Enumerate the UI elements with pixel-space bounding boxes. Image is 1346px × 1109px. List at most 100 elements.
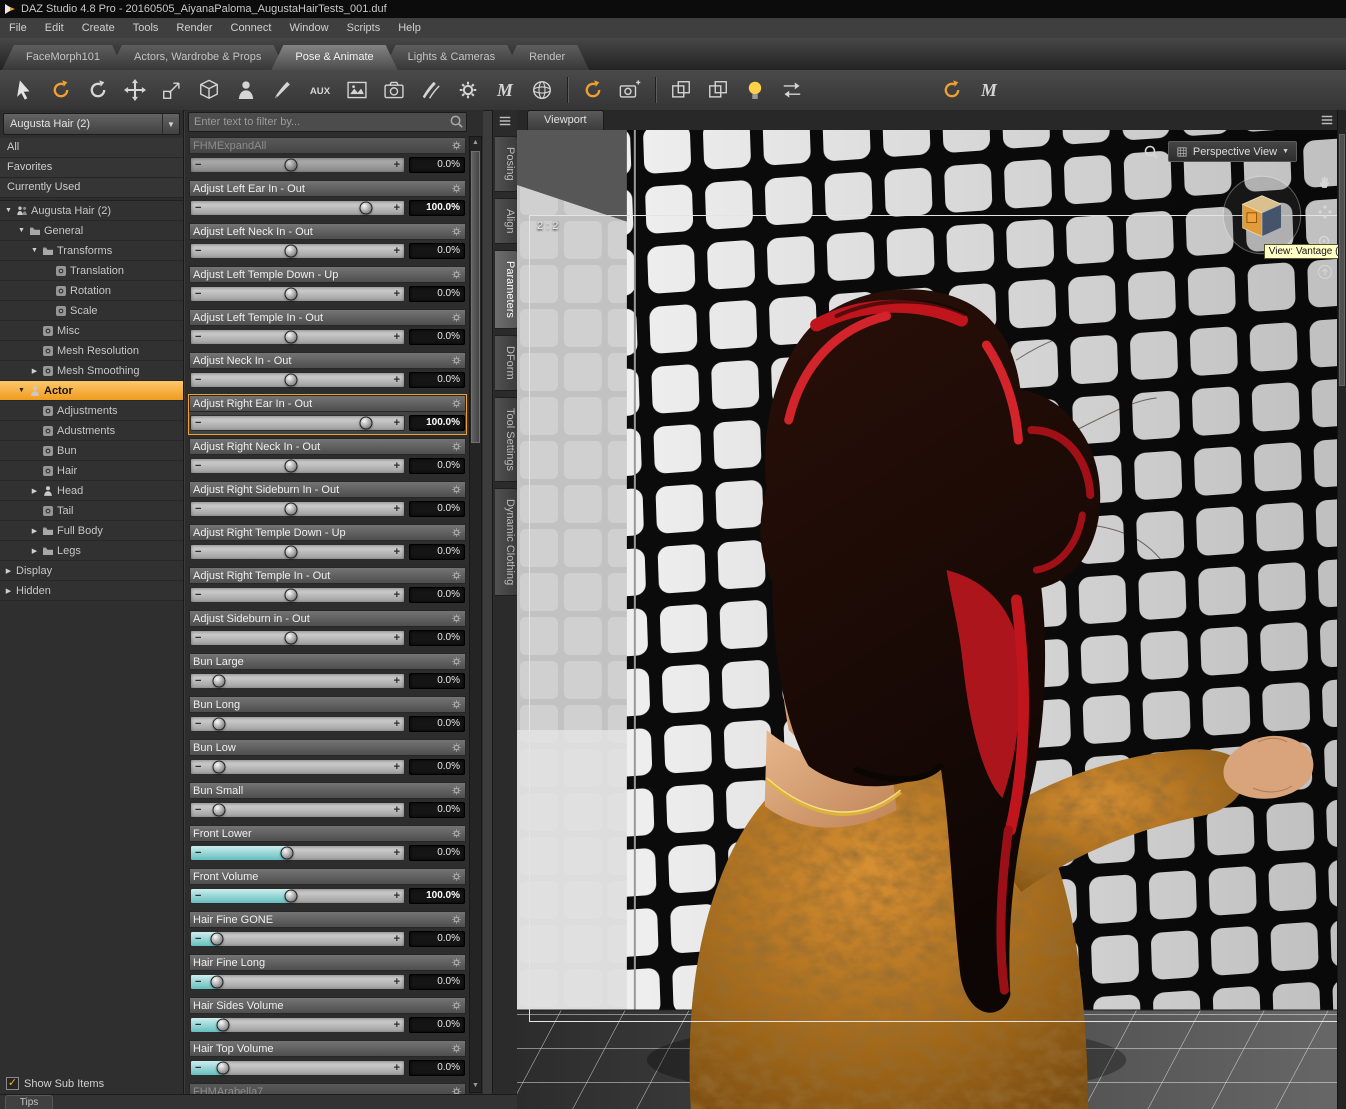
slider-value[interactable]: 0.0% bbox=[409, 1017, 465, 1033]
menu-scripts[interactable]: Scripts bbox=[338, 19, 390, 37]
slider-thumb[interactable] bbox=[284, 502, 298, 516]
slider-gear-icon[interactable] bbox=[451, 656, 462, 667]
slider-value[interactable]: 0.0% bbox=[409, 759, 465, 775]
slider-increment-button[interactable]: + bbox=[394, 459, 400, 473]
tree-expand-arrow[interactable]: ▶ bbox=[4, 567, 13, 575]
slider-decrement-button[interactable]: − bbox=[195, 158, 201, 172]
slider-increment-button[interactable]: + bbox=[394, 502, 400, 516]
scene-3d[interactable] bbox=[517, 130, 1338, 1109]
slider-gear-icon[interactable] bbox=[451, 183, 462, 194]
side-tab-tool-settings[interactable]: Tool Settings bbox=[495, 396, 519, 482]
slider-value[interactable]: 0.0% bbox=[409, 974, 465, 990]
viewport-options-icon[interactable] bbox=[1320, 113, 1334, 127]
slider-increment-button[interactable]: + bbox=[394, 889, 400, 903]
tree-item-rotation[interactable]: Rotation bbox=[0, 281, 183, 301]
scene-filter-favorites[interactable]: Favorites bbox=[0, 158, 183, 178]
panel-menu-icon[interactable] bbox=[498, 114, 512, 128]
shader-tool[interactable] bbox=[419, 78, 443, 102]
slider-gear-icon[interactable] bbox=[451, 871, 462, 882]
slider-track[interactable]: − + bbox=[190, 372, 405, 388]
rotate-tool[interactable] bbox=[86, 78, 110, 102]
slider-gear-icon[interactable] bbox=[451, 441, 462, 452]
activity-tab-actors-wardrobe-props[interactable]: Actors, Wardrobe & Props bbox=[110, 45, 285, 70]
scroll-up-arrow[interactable]: ▲ bbox=[470, 137, 481, 149]
slider-gear-icon[interactable] bbox=[451, 613, 462, 624]
tree-item-actor[interactable]: ▼ Actor bbox=[0, 381, 183, 401]
slider-decrement-button[interactable]: − bbox=[195, 631, 201, 645]
slider-thumb[interactable] bbox=[284, 889, 298, 903]
slider-value[interactable]: 100.0% bbox=[409, 415, 465, 431]
tree-item-translation[interactable]: Translation bbox=[0, 261, 183, 281]
tree-expand-arrow[interactable]: ▶ bbox=[30, 487, 39, 495]
slider-increment-button[interactable]: + bbox=[394, 287, 400, 301]
slider-decrement-button[interactable]: − bbox=[195, 975, 201, 989]
slider-thumb[interactable] bbox=[284, 373, 298, 387]
slider-value[interactable]: 0.0% bbox=[409, 845, 465, 861]
side-tab-dform[interactable]: DForm bbox=[495, 334, 519, 391]
slider-thumb[interactable] bbox=[212, 760, 226, 774]
duplicate-node-button[interactable] bbox=[669, 78, 693, 102]
slider-gear-icon[interactable] bbox=[451, 570, 462, 581]
view-selector-dropdown[interactable]: Perspective View ▼ bbox=[1167, 141, 1297, 162]
slider-value[interactable]: 0.0% bbox=[409, 501, 465, 517]
slider-increment-button[interactable]: + bbox=[394, 760, 400, 774]
slider-value[interactable]: 0.0% bbox=[409, 1060, 465, 1076]
menu-edit[interactable]: Edit bbox=[36, 19, 73, 37]
slider-gear-icon[interactable] bbox=[451, 1043, 462, 1054]
active-pose-tool[interactable] bbox=[581, 78, 605, 102]
slider-thumb[interactable] bbox=[216, 1061, 230, 1075]
tree-item-misc[interactable]: Misc bbox=[0, 321, 183, 341]
slider-thumb[interactable] bbox=[359, 201, 373, 215]
slider-thumb[interactable] bbox=[212, 717, 226, 731]
slider-track[interactable]: − + bbox=[190, 673, 405, 689]
slider-gear-icon[interactable] bbox=[451, 140, 462, 151]
slider-track[interactable]: − + bbox=[190, 587, 405, 603]
menu-window[interactable]: Window bbox=[280, 19, 337, 37]
slider-increment-button[interactable]: + bbox=[394, 545, 400, 559]
render-button[interactable] bbox=[382, 78, 406, 102]
slider-increment-button[interactable]: + bbox=[394, 846, 400, 860]
slider-thumb[interactable] bbox=[284, 244, 298, 258]
scene-filter-all[interactable]: All bbox=[0, 138, 183, 158]
scale-tool[interactable] bbox=[160, 78, 184, 102]
menu-tools[interactable]: Tools bbox=[124, 19, 168, 37]
tree-expand-arrow[interactable]: ▶ bbox=[30, 547, 39, 555]
slider-increment-button[interactable]: + bbox=[394, 975, 400, 989]
slider-decrement-button[interactable]: − bbox=[195, 201, 201, 215]
tree-item-bun[interactable]: Bun bbox=[0, 441, 183, 461]
universal-manipulator-tool[interactable] bbox=[197, 78, 221, 102]
pan-tool[interactable] bbox=[1317, 174, 1335, 192]
instance-node-button[interactable] bbox=[706, 78, 730, 102]
slider-increment-button[interactable]: + bbox=[394, 803, 400, 817]
slider-decrement-button[interactable]: − bbox=[195, 502, 201, 516]
slider-gear-icon[interactable] bbox=[451, 312, 462, 323]
slider-gear-icon[interactable] bbox=[451, 527, 462, 538]
slider-gear-icon[interactable] bbox=[451, 269, 462, 280]
slider-value[interactable]: 0.0% bbox=[409, 329, 465, 345]
tree-item-general[interactable]: ▼ General bbox=[0, 221, 183, 241]
scroll-down-arrow[interactable]: ▼ bbox=[470, 1080, 481, 1092]
slider-gear-icon[interactable] bbox=[451, 398, 462, 409]
activity-tab-pose-animate[interactable]: Pose & Animate bbox=[271, 45, 397, 70]
slider-decrement-button[interactable]: − bbox=[195, 459, 201, 473]
slider-increment-button[interactable]: + bbox=[394, 674, 400, 688]
slider-decrement-button[interactable]: − bbox=[195, 932, 201, 946]
tree-item-adjustments[interactable]: Adjustments bbox=[0, 401, 183, 421]
slider-increment-button[interactable]: + bbox=[394, 1018, 400, 1032]
tree-expand-arrow[interactable]: ▶ bbox=[30, 367, 39, 375]
slider-value[interactable]: 100.0% bbox=[409, 200, 465, 216]
slider-value[interactable]: 0.0% bbox=[409, 931, 465, 947]
slider-track[interactable]: − + bbox=[190, 544, 405, 560]
slider-track[interactable]: − + bbox=[190, 931, 405, 947]
viewport-tab[interactable]: Viewport bbox=[527, 110, 604, 130]
slider-thumb[interactable] bbox=[284, 459, 298, 473]
slider-value[interactable]: 0.0% bbox=[409, 630, 465, 646]
slider-track[interactable]: − + bbox=[190, 157, 405, 173]
scene-filter-currently-used[interactable]: Currently Used bbox=[0, 178, 183, 198]
viewport-canvas[interactable]: 2 : 2 Perspective View ▼ View: Vantage bbox=[517, 130, 1338, 1109]
parameter-filter-input[interactable] bbox=[188, 112, 467, 132]
slider-value[interactable]: 0.0% bbox=[409, 587, 465, 603]
slider-value[interactable]: 0.0% bbox=[409, 286, 465, 302]
slider-thumb[interactable] bbox=[216, 1018, 230, 1032]
slider-gear-icon[interactable] bbox=[451, 699, 462, 710]
